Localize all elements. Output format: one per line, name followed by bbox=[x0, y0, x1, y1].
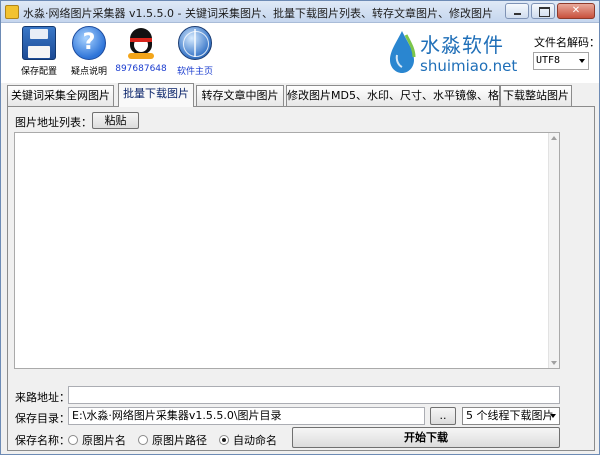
radio-dot-selected bbox=[219, 435, 229, 445]
chevron-down-icon bbox=[550, 414, 556, 418]
browse-button[interactable]: .. bbox=[430, 407, 456, 425]
tab-batch-download[interactable]: 批量下载图片 bbox=[118, 83, 194, 107]
scroll-down-icon[interactable] bbox=[551, 361, 557, 365]
encoding-select[interactable]: UTF8 bbox=[533, 52, 589, 70]
encoding-value: UTF8 bbox=[536, 55, 561, 66]
paste-button[interactable]: 粘贴 bbox=[92, 112, 139, 129]
tab-modify-images[interactable]: 修改图片MD5、水印、尺寸、水平镜像、格式 bbox=[286, 85, 510, 106]
window-title: 水淼·网络图片采集器 v1.5.5.0 - 关键词采集图片、批量下载图片列表、转… bbox=[23, 7, 493, 20]
brand-domain: shuimiao.net bbox=[420, 57, 518, 75]
tab-keyword-collect[interactable]: 关键词采集全网图片 bbox=[7, 85, 114, 106]
save-dir-label: 保存目录： bbox=[15, 412, 70, 425]
vertical-scrollbar[interactable] bbox=[548, 133, 559, 368]
qq-contact-button[interactable]: 897687648 bbox=[111, 25, 171, 81]
url-list-label: 图片地址列表： bbox=[15, 116, 92, 129]
scroll-up-icon[interactable] bbox=[551, 136, 557, 140]
save-name-options: 原图片名 原图片路径 自动命名 bbox=[68, 432, 277, 448]
radio-original-path[interactable]: 原图片路径 bbox=[138, 432, 207, 448]
radio-original-name-label: 原图片名 bbox=[82, 434, 126, 447]
radio-dot bbox=[68, 435, 78, 445]
referer-input[interactable] bbox=[68, 386, 560, 404]
qq-number-label: 897687648 bbox=[115, 64, 167, 74]
save-name-label: 保存名称： bbox=[15, 434, 70, 447]
radio-original-path-label: 原图片路径 bbox=[152, 434, 207, 447]
chevron-down-icon bbox=[579, 59, 585, 63]
radio-auto-name-label: 自动命名 bbox=[233, 434, 277, 447]
window-controls: ✕ bbox=[505, 3, 595, 19]
encoding-label: 文件名解码： bbox=[534, 36, 600, 49]
homepage-label: 软件主页 bbox=[176, 67, 213, 77]
help-icon: ? bbox=[72, 26, 106, 60]
tab-strip: 关键词采集全网图片 批量下载图片 转存文章中图片 修改图片MD5、水印、尺寸、水… bbox=[7, 83, 595, 107]
radio-dot bbox=[138, 435, 148, 445]
url-list-textarea[interactable] bbox=[14, 132, 560, 369]
thread-count-select[interactable]: 5 个线程下载图片 bbox=[462, 407, 560, 425]
title-bar[interactable]: 水淼·网络图片采集器 v1.5.5.0 - 关键词采集图片、批量下载图片列表、转… bbox=[1, 1, 599, 23]
help-button[interactable]: ? 疑点说明 bbox=[59, 25, 119, 81]
app-icon bbox=[5, 5, 19, 19]
referer-label: 来路地址： bbox=[15, 391, 70, 404]
toolbar: 保存配置 ? 疑点说明 897687648 软件主页 水淼软件 shuimiao… bbox=[1, 23, 600, 83]
radio-original-name[interactable]: 原图片名 bbox=[68, 432, 126, 448]
homepage-button[interactable]: 软件主页 bbox=[165, 25, 225, 81]
tab-article-images[interactable]: 转存文章中图片 bbox=[196, 85, 284, 106]
brand-logo: 水淼软件 shuimiao.net bbox=[388, 27, 528, 77]
globe-icon bbox=[178, 26, 212, 60]
tab-site-download[interactable]: 下载整站图片 bbox=[500, 85, 572, 106]
close-button[interactable]: ✕ bbox=[557, 3, 595, 19]
thread-count-value: 5 个线程下载图片 bbox=[466, 409, 554, 422]
radio-auto-name[interactable]: 自动命名 bbox=[219, 432, 277, 448]
brand-name: 水淼软件 bbox=[420, 33, 504, 57]
minimize-button[interactable] bbox=[505, 3, 529, 19]
save-dir-input[interactable]: E:\水淼·网络图片采集器v1.5.5.0\图片目录 bbox=[68, 407, 425, 425]
app-window: 水淼·网络图片采集器 v1.5.5.0 - 关键词采集图片、批量下载图片列表、转… bbox=[0, 0, 600, 455]
water-drop-icon bbox=[390, 31, 416, 73]
start-download-button[interactable]: 开始下载 bbox=[292, 427, 560, 448]
maximize-button[interactable] bbox=[531, 3, 555, 19]
qq-penguin-icon bbox=[124, 26, 158, 60]
floppy-disk-icon bbox=[22, 26, 56, 60]
help-label: 疑点说明 bbox=[70, 67, 107, 77]
